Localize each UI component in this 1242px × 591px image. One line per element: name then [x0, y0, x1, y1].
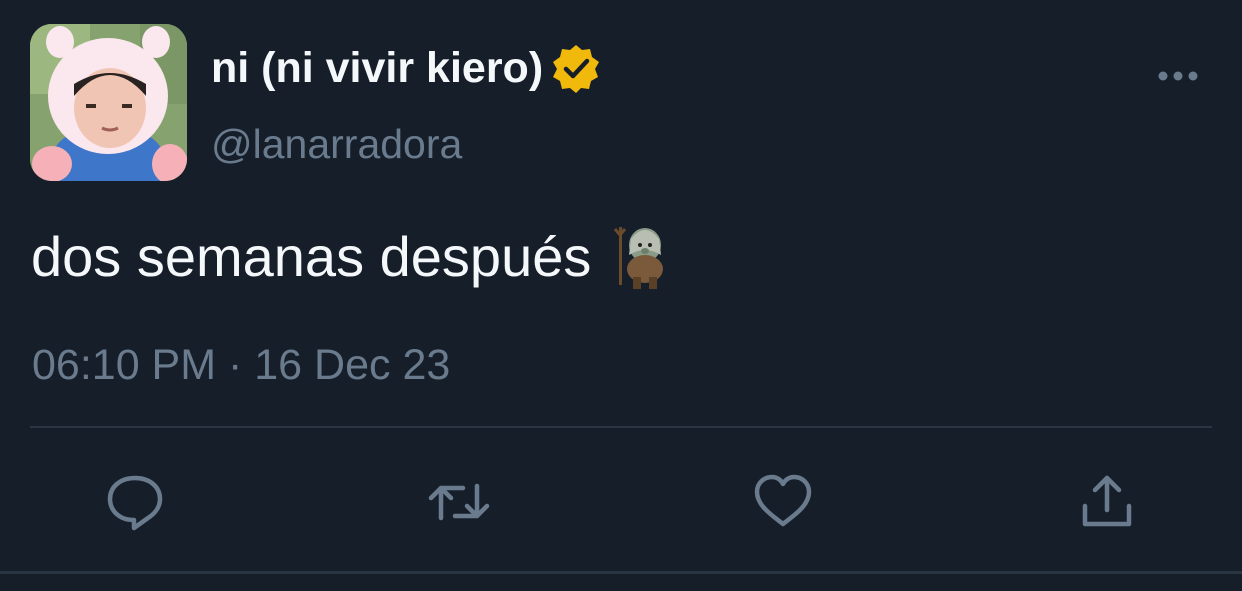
troll-emoji-icon [613, 225, 669, 289]
user-handle[interactable]: @lanarradora [211, 118, 462, 170]
display-name[interactable]: ni (ni vivir kiero) [211, 40, 601, 96]
tweet-text: dos semanas después [31, 222, 669, 292]
tweet-text-content: dos semanas después [31, 225, 592, 288]
reply-button[interactable] [103, 470, 167, 534]
like-button[interactable] [751, 470, 815, 534]
avatar[interactable] [30, 24, 187, 181]
heart-icon [754, 474, 812, 527]
speech-bubble-icon [107, 475, 163, 531]
share-button[interactable] [1075, 470, 1139, 534]
tweet-card: ni (ni vivir kiero) @lanarradora dos sem… [0, 0, 1242, 591]
retweet-button[interactable] [427, 470, 491, 534]
display-name-text: ni (ni vivir kiero) [211, 44, 544, 92]
verified-badge-icon [551, 43, 601, 93]
share-upload-icon [1082, 475, 1132, 527]
avatar-image [30, 24, 187, 181]
more-options-icon[interactable] [1154, 58, 1202, 94]
retweet-arrows-icon [428, 483, 490, 521]
tweet-timestamp[interactable]: 06:10 PM · 16 Dec 23 [32, 338, 450, 392]
bottom-divider [0, 571, 1242, 574]
divider [30, 426, 1212, 428]
